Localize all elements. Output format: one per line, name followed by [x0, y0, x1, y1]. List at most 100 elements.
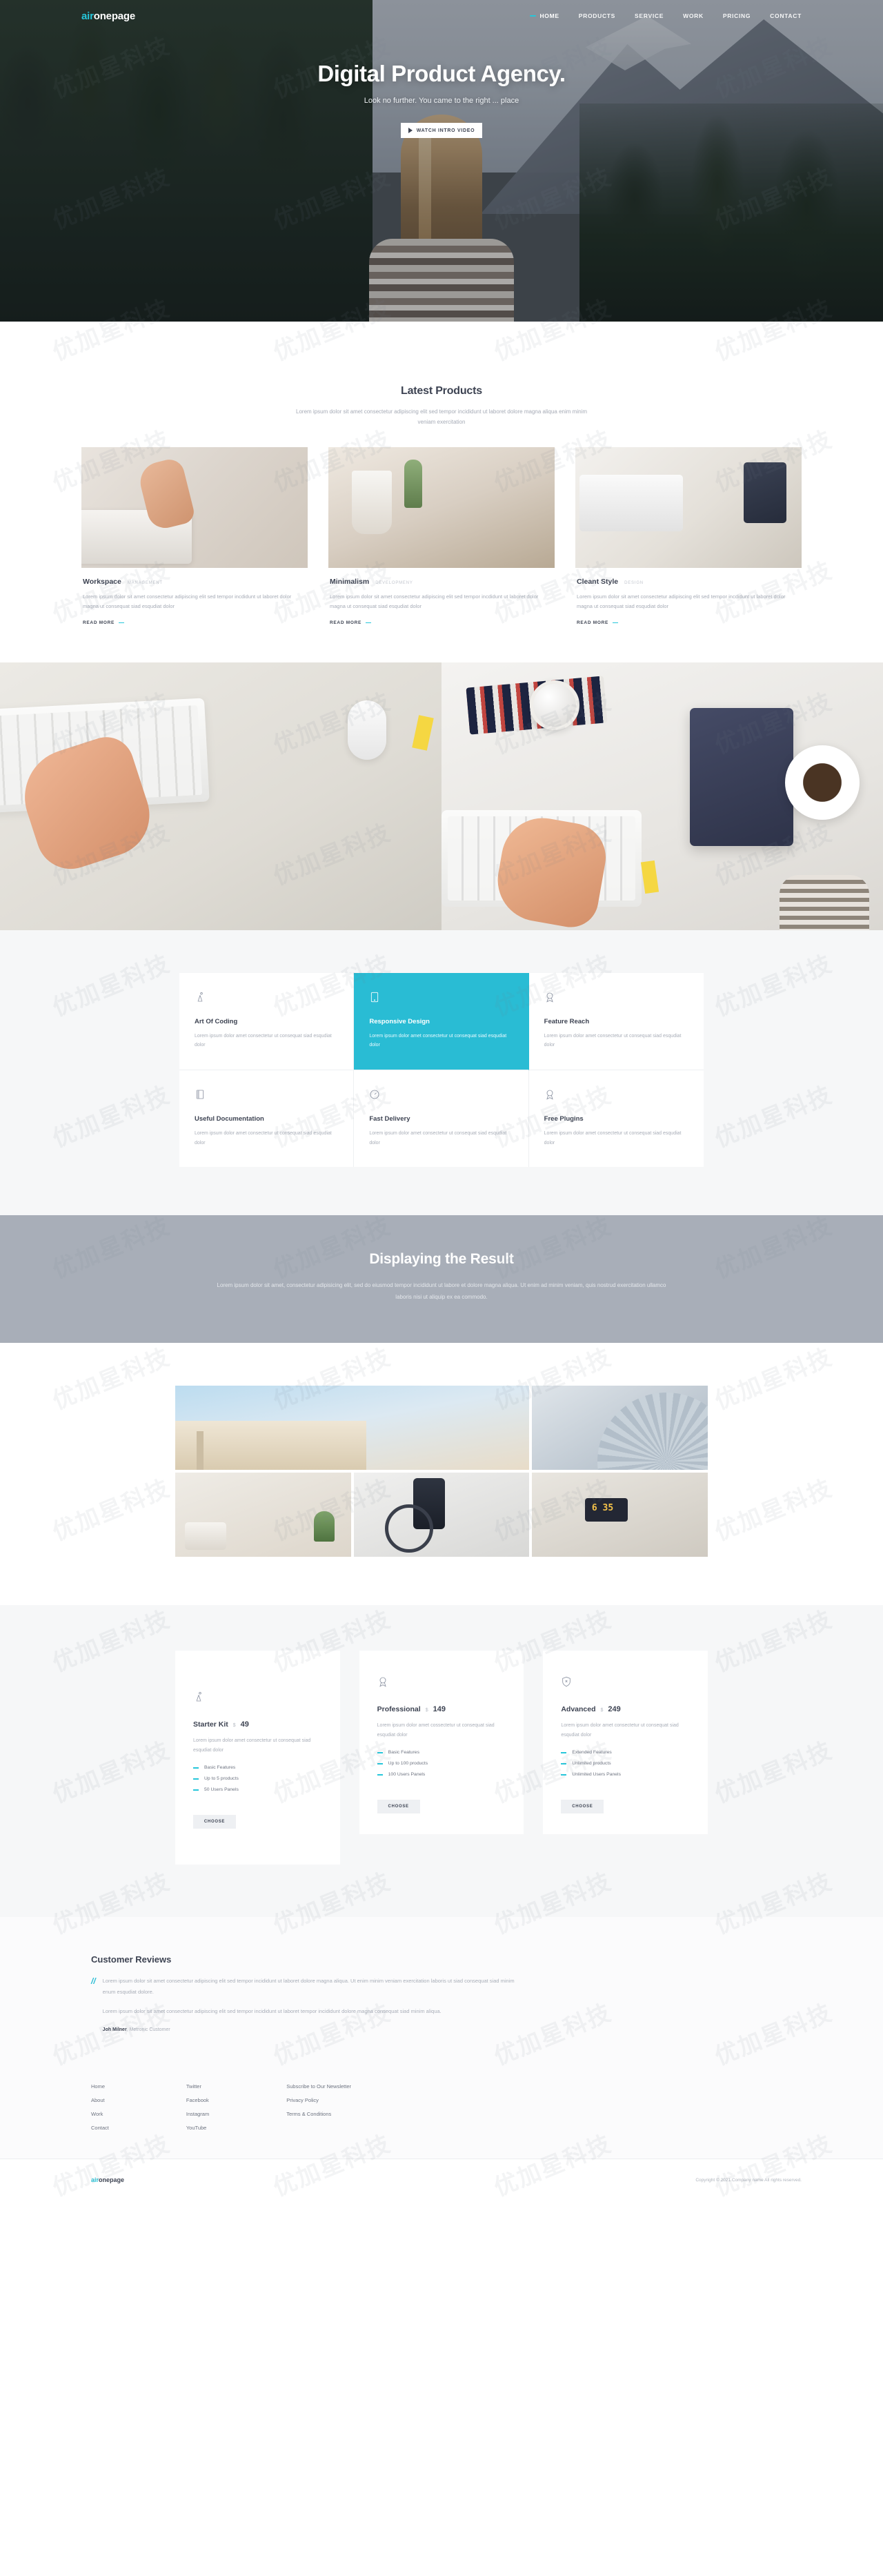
plan-feature-item: Up to 5 products — [193, 1776, 322, 1781]
plan-feature-item: Up to 100 products — [377, 1761, 506, 1766]
gallery-image-dome[interactable] — [532, 1386, 708, 1471]
footer-links: Home About Work Contact Twitter Facebook… — [81, 2083, 802, 2131]
hero-section: aironepage HOME PRODUCTS SERVICE WORK PR… — [0, 0, 883, 322]
choose-plan-button[interactable]: CHOOSE — [377, 1800, 420, 1814]
feature-title: Art Of Coding — [195, 1017, 238, 1025]
plan-feature-item: 50 Users Panels — [193, 1787, 322, 1792]
product-title-row: Minimalism DEVELOPMENY — [330, 578, 553, 586]
badge-icon — [546, 1090, 553, 1100]
watch-face-shape — [530, 680, 579, 730]
result-banner-section: Displaying the Result Lorem ipsum dolor … — [0, 1215, 883, 1344]
active-indicator-icon — [530, 15, 537, 17]
nav-item-contact[interactable]: CONTACT — [770, 12, 802, 19]
feature-title: Responsive Design — [369, 1017, 430, 1025]
footer-link-work[interactable]: Work — [91, 2111, 109, 2117]
footer-bottom-inner: aironepage Copyright © 2021.Company name… — [81, 2176, 802, 2183]
read-more-label: READ MORE — [577, 620, 609, 625]
feature-text: Lorem ipsum dolor amet consectetur ut co… — [195, 1033, 332, 1048]
copyright-text: Copyright © 2021.Company name All rights… — [695, 2177, 802, 2183]
footer-link-instagram[interactable]: Instagram — [186, 2111, 209, 2117]
feature-title: Fast Delivery — [369, 1115, 410, 1123]
product-text: Lorem ipsum dolor sit amet consectetur a… — [577, 593, 786, 610]
review-author-role: , Metronic Customer — [126, 2027, 170, 2032]
shield-icon — [562, 1677, 571, 1687]
landing-page: aironepage HOME PRODUCTS SERVICE WORK PR… — [0, 0, 883, 2201]
currency-symbol: $ — [600, 1708, 604, 1713]
feature-text: Lorem ipsum dolor amet consectetur ut co… — [544, 1033, 682, 1048]
notebook-shape — [690, 707, 793, 846]
nav-item-work[interactable]: WORK — [683, 12, 704, 19]
product-title: Cleant Style — [577, 577, 619, 586]
pricing-head: Advanced $ 249 — [561, 1705, 690, 1713]
plan-feature-label: Basic Features — [204, 1765, 236, 1771]
brand-logo[interactable]: aironepage — [81, 10, 135, 22]
product-image-cleant-style — [575, 446, 802, 568]
products-container: Workspace MANAGEMENT Lorem ipsum dolor s… — [81, 446, 802, 625]
watch-intro-video-button[interactable]: WATCH INTRO VIDEO — [401, 123, 482, 138]
footer-link-terms[interactable]: Terms & Conditions — [286, 2111, 351, 2117]
choose-plan-button[interactable]: CHOOSE — [193, 1815, 236, 1829]
footer-link-twitter[interactable]: Twitter — [186, 2083, 209, 2090]
product-category-tag: DESIGN — [624, 580, 644, 585]
features-grid: Art Of Coding Lorem ipsum dolor amet con… — [179, 972, 704, 1168]
footer-link-facebook[interactable]: Facebook — [186, 2097, 209, 2103]
badge-icon — [546, 992, 553, 1003]
footer-link-contact[interactable]: Contact — [91, 2125, 109, 2131]
feature-text: Lorem ipsum dolor amet consectetur ut co… — [369, 1131, 507, 1146]
gallery-image-building-sky[interactable] — [175, 1386, 530, 1471]
gallery-image-cyclist[interactable] — [353, 1473, 530, 1557]
product-card[interactable]: Cleant Style DESIGN Lorem ipsum dolor si… — [575, 446, 802, 625]
nav-item-pricing[interactable]: PRICING — [723, 12, 751, 19]
feature-title: Feature Reach — [544, 1017, 590, 1025]
main-navigation: aironepage HOME PRODUCTS SERVICE WORK PR… — [0, 0, 883, 32]
read-more-link[interactable]: READ MORE — [577, 620, 800, 625]
feature-title: Useful Documentation — [195, 1115, 264, 1123]
watch-intro-video-label: WATCH INTRO VIDEO — [416, 128, 475, 133]
nav-item-products[interactable]: PRODUCTS — [579, 12, 615, 19]
nav-item-service[interactable]: SERVICE — [635, 12, 664, 19]
footer-link-about[interactable]: About — [91, 2097, 109, 2103]
feature-cell-art-of-coding[interactable]: Art Of Coding Lorem ipsum dolor amet con… — [179, 972, 355, 1071]
plan-text: Lorem ipsum dolor amet consectetur ut co… — [561, 1723, 679, 1738]
feature-cell-feature-reach[interactable]: Feature Reach Lorem ipsum dolor amet con… — [528, 972, 704, 1071]
feature-cell-responsive-design[interactable]: Responsive Design Lorem ipsum dolor amet… — [354, 972, 529, 1071]
sleeve-shape — [780, 874, 869, 930]
footer-brand-prefix: air — [91, 2176, 99, 2184]
hero-subtitle: Look no further. You came to the right .… — [364, 97, 519, 105]
pricing-section: Starter Kit $ 49 Lorem ipsum dolor amet … — [0, 1605, 883, 1918]
gallery-section — [0, 1343, 883, 1606]
arrow-dash-icon — [613, 622, 619, 624]
review-paragraph-1: Lorem ipsum dolor sit amet consectetur a… — [102, 1978, 515, 1995]
pricing-head: Professional $ 149 — [377, 1705, 506, 1713]
footer-brand-logo[interactable]: aironepage — [91, 2176, 124, 2183]
product-card[interactable]: Workspace MANAGEMENT Lorem ipsum dolor s… — [81, 446, 308, 625]
read-more-label: READ MORE — [83, 620, 115, 625]
footer-link-privacy-policy[interactable]: Privacy Policy — [286, 2097, 351, 2103]
footer-link-youtube[interactable]: YouTube — [186, 2125, 209, 2131]
plan-text: Lorem ipsum dolor amet cossectetur ut co… — [377, 1723, 495, 1738]
gallery-image-clock[interactable] — [532, 1473, 708, 1557]
product-title: Minimalism — [330, 577, 370, 586]
plan-feature-item: Unlimited Users Panels — [561, 1772, 690, 1777]
read-more-link[interactable]: READ MORE — [83, 620, 306, 625]
gallery-image-kitchen[interactable] — [175, 1473, 351, 1557]
product-card[interactable]: Minimalism DEVELOPMENY Lorem ipsum dolor… — [328, 446, 555, 625]
hero-title: Digital Product Agency. — [317, 61, 566, 86]
plan-feature-label: 100 Users Panels — [388, 1772, 426, 1778]
product-text: Lorem ipsum dolor sit amet consectetur a… — [83, 593, 292, 610]
play-icon — [408, 128, 413, 133]
footer-link-newsletter[interactable]: Subscribe to Our Newsletter — [286, 2083, 351, 2090]
plan-feature-label: Basic Features — [388, 1750, 419, 1756]
nav-item-home[interactable]: HOME — [539, 12, 559, 19]
product-image-workspace — [81, 446, 308, 568]
feature-cell-fast-delivery[interactable]: Fast Delivery Lorem ipsum dolor amet con… — [354, 1070, 529, 1168]
coffee-cup-shape — [785, 745, 860, 820]
footer-link-home[interactable]: Home — [91, 2083, 109, 2090]
dash-icon — [561, 1774, 567, 1776]
footer-section: Home About Work Contact Twitter Facebook… — [0, 2065, 883, 2159]
lamp-icon — [196, 1692, 201, 1702]
feature-cell-useful-documentation[interactable]: Useful Documentation Lorem ipsum dolor a… — [179, 1070, 355, 1168]
read-more-link[interactable]: READ MORE — [330, 620, 553, 625]
choose-plan-button[interactable]: CHOOSE — [561, 1800, 604, 1814]
feature-cell-free-plugins[interactable]: Free Plugins Lorem ipsum dolor amet cons… — [528, 1070, 704, 1168]
